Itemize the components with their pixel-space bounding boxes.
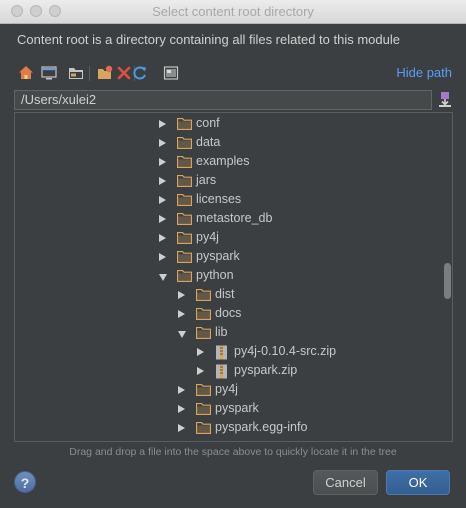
tree-item-label: python bbox=[196, 268, 234, 282]
folder-icon bbox=[177, 137, 192, 149]
tree-item-folder[interactable]: pyspark.egg-info bbox=[15, 419, 440, 438]
path-history-icon[interactable] bbox=[437, 90, 453, 108]
toolbar-separator bbox=[89, 66, 90, 81]
collapsed-arrow-icon[interactable] bbox=[178, 405, 185, 413]
home-icon[interactable] bbox=[17, 64, 35, 82]
folder-icon bbox=[177, 232, 192, 244]
tree-item-folder[interactable]: docs bbox=[15, 305, 440, 324]
folder-icon bbox=[196, 422, 211, 434]
expanded-arrow-icon[interactable] bbox=[159, 274, 167, 281]
tree-item-folder[interactable]: py4j bbox=[15, 381, 440, 400]
collapsed-arrow-icon[interactable] bbox=[178, 291, 185, 299]
tree-item-label: pyspark.zip bbox=[234, 363, 298, 377]
folder-icon bbox=[177, 118, 192, 130]
show-hidden-files-icon[interactable] bbox=[162, 64, 180, 82]
tree-item-label: pyspark bbox=[215, 401, 259, 415]
tree-item-folder[interactable]: lib bbox=[15, 324, 440, 343]
expanded-arrow-icon[interactable] bbox=[178, 331, 186, 338]
collapsed-arrow-icon[interactable] bbox=[197, 367, 204, 375]
folder-icon bbox=[196, 327, 211, 339]
tree-item-folder[interactable]: pyspark bbox=[15, 400, 440, 419]
folder-icon bbox=[177, 175, 192, 187]
tree-item-label: jars bbox=[196, 173, 217, 187]
collapsed-arrow-icon[interactable] bbox=[159, 177, 166, 185]
tree-item-folder[interactable]: python bbox=[15, 267, 440, 286]
tree-item-folder[interactable]: licenses bbox=[15, 191, 440, 210]
dialog-description: Content root is a directory containing a… bbox=[17, 32, 400, 47]
tree-item-label: pyspark.egg-info bbox=[215, 420, 308, 434]
path-input[interactable]: /Users/xulei2 bbox=[14, 90, 432, 110]
collapsed-arrow-icon[interactable] bbox=[178, 386, 185, 394]
ok-button[interactable]: OK bbox=[386, 470, 450, 495]
tree-item-zip[interactable]: py4j-0.10.4-src.zip bbox=[15, 343, 440, 362]
tree-item-label: licenses bbox=[196, 192, 242, 206]
tree-item-folder[interactable]: metastore_db bbox=[15, 210, 440, 229]
tree-item-label: data bbox=[196, 135, 221, 149]
help-button[interactable]: ? bbox=[14, 471, 36, 493]
zip-archive-icon bbox=[216, 364, 227, 379]
folder-icon bbox=[196, 403, 211, 415]
desktop-icon[interactable] bbox=[40, 64, 58, 82]
collapsed-arrow-icon[interactable] bbox=[159, 234, 166, 242]
collapsed-arrow-icon[interactable] bbox=[178, 310, 185, 318]
toolbar bbox=[17, 64, 217, 84]
tree-item-label: py4j bbox=[215, 382, 238, 396]
tree-item-label: dist bbox=[215, 287, 235, 301]
tree-item-folder[interactable]: jars bbox=[15, 172, 440, 191]
zip-archive-icon bbox=[216, 345, 227, 360]
collapsed-arrow-icon[interactable] bbox=[159, 253, 166, 261]
tree-item-label: pyspark bbox=[196, 249, 240, 263]
tree-scrollbar-thumb[interactable] bbox=[444, 263, 451, 299]
tree-item-zip[interactable]: pyspark.zip bbox=[15, 362, 440, 381]
tree-item-folder[interactable]: conf bbox=[15, 115, 440, 134]
cancel-button[interactable]: Cancel bbox=[313, 470, 378, 495]
project-folder-icon[interactable] bbox=[67, 64, 85, 82]
tree-item-folder[interactable]: dist bbox=[15, 286, 440, 305]
title-bar: Select content root directory bbox=[0, 0, 466, 24]
refresh-icon[interactable] bbox=[131, 64, 149, 82]
tree-item-label: docs bbox=[215, 306, 242, 320]
tree-item-label: py4j bbox=[196, 230, 219, 244]
tree-item-folder[interactable]: py4j bbox=[15, 229, 440, 248]
folder-icon bbox=[196, 384, 211, 396]
hide-path-link[interactable]: Hide path bbox=[396, 65, 452, 80]
folder-icon bbox=[177, 213, 192, 225]
tree-item-label: conf bbox=[196, 116, 220, 130]
tree-item-label: py4j-0.10.4-src.zip bbox=[234, 344, 337, 358]
collapsed-arrow-icon[interactable] bbox=[159, 139, 166, 147]
tree-item-label: examples bbox=[196, 154, 250, 168]
folder-icon bbox=[177, 156, 192, 168]
tree-item-label: lib bbox=[215, 325, 228, 339]
folder-icon bbox=[196, 289, 211, 301]
collapsed-arrow-icon[interactable] bbox=[159, 196, 166, 204]
folder-icon bbox=[177, 194, 192, 206]
tree-item-label: metastore_db bbox=[196, 211, 273, 225]
collapsed-arrow-icon[interactable] bbox=[178, 424, 185, 432]
tree-item-folder[interactable]: data bbox=[15, 134, 440, 153]
drag-drop-hint: Drag and drop a file into the space abov… bbox=[69, 446, 397, 458]
collapsed-arrow-icon[interactable] bbox=[197, 348, 204, 356]
folder-icon bbox=[196, 308, 211, 320]
collapsed-arrow-icon[interactable] bbox=[159, 120, 166, 128]
tree-item-folder[interactable]: examples bbox=[15, 153, 440, 172]
folder-icon bbox=[177, 270, 192, 282]
window-title: Select content root directory bbox=[152, 4, 314, 19]
collapsed-arrow-icon[interactable] bbox=[159, 158, 166, 166]
directory-tree[interactable]: conf data examples jars licenses metastore_db… bbox=[14, 112, 453, 442]
tree-item-folder[interactable]: pyspark bbox=[15, 248, 440, 267]
new-folder-icon[interactable] bbox=[96, 64, 114, 82]
collapsed-arrow-icon[interactable] bbox=[159, 215, 166, 223]
folder-icon bbox=[177, 251, 192, 263]
